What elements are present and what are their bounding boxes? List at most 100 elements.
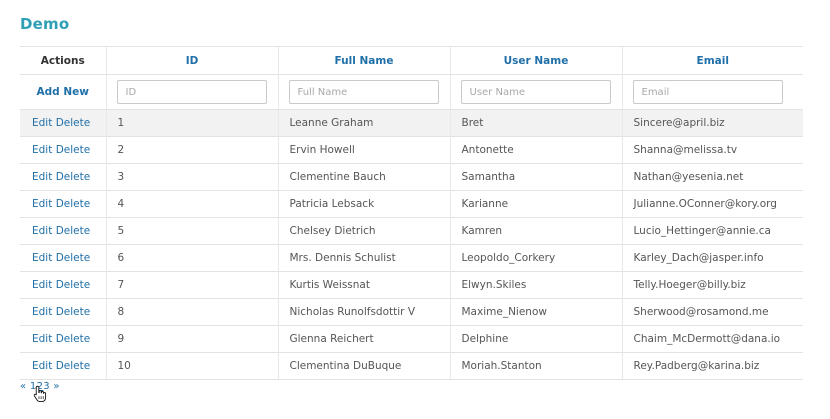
email-cell: Sherwood@rosamond.me [621, 298, 803, 326]
row-actions-cell: Edit Delete [20, 352, 106, 380]
user-name-cell: Bret [449, 109, 622, 137]
table-row: Edit Delete 9 Glenna Reichert Delphine Chaim… [20, 325, 803, 353]
row-actions-cell: Edit Delete [20, 271, 106, 299]
hand-pointer-icon [33, 385, 47, 403]
page-title: Demo [20, 15, 70, 33]
pagination-next[interactable]: » [53, 381, 59, 392]
id-cell: 9 [105, 325, 278, 353]
email-cell: Shanna@melissa.tv [621, 136, 803, 164]
pagination-prev[interactable]: « [20, 381, 26, 392]
user-name-cell: Karianne [449, 190, 622, 218]
email-filter-cell [621, 74, 803, 110]
email-cell: Sincere@april.biz [621, 109, 803, 137]
full-name-cell: Chelsey Dietrich [277, 217, 450, 245]
edit-link[interactable]: Edit [32, 144, 52, 156]
full-name-cell: Kurtis Weissnat [277, 271, 450, 299]
edit-link[interactable]: Edit [32, 225, 52, 237]
edit-link[interactable]: Edit [32, 117, 52, 129]
full-name-cell: Leanne Graham [277, 109, 450, 137]
row-actions-cell: Edit Delete [20, 136, 106, 164]
table-row: Edit Delete 4 Patricia Lebsack Karianne Juli… [20, 190, 803, 218]
delete-link[interactable]: Delete [56, 171, 91, 183]
email-cell: Julianne.OConner@kory.org [621, 190, 803, 218]
column-header-full-name[interactable]: Full Name [277, 46, 450, 75]
delete-link[interactable]: Delete [56, 360, 91, 372]
edit-link[interactable]: Edit [32, 198, 52, 210]
row-actions-cell: Edit Delete [20, 163, 106, 191]
id-filter-cell [105, 74, 278, 110]
full-name-filter-input[interactable] [288, 80, 439, 104]
column-header-email[interactable]: Email [621, 46, 803, 75]
user-name-cell: Moriah.Stanton [449, 352, 622, 380]
delete-link[interactable]: Delete [56, 333, 91, 345]
full-name-cell: Clementine Bauch [277, 163, 450, 191]
email-cell: Nathan@yesenia.net [621, 163, 803, 191]
delete-link[interactable]: Delete [56, 117, 91, 129]
full-name-cell: Clementina DuBuque [277, 352, 450, 380]
user-name-cell: Kamren [449, 217, 622, 245]
table-row: Edit Delete 6 Mrs. Dennis Schulist Leopoldo… [20, 244, 803, 272]
delete-link[interactable]: Delete [56, 306, 91, 318]
table-row: Edit Delete 8 Nicholas Runolfsdottir V Maxi… [20, 298, 803, 326]
id-cell: 2 [105, 136, 278, 164]
full-name-cell: Mrs. Dennis Schulist [277, 244, 450, 272]
delete-link[interactable]: Delete [56, 252, 91, 264]
add-new-cell: Add New [20, 74, 106, 110]
full-name-cell: Ervin Howell [277, 136, 450, 164]
table-row: Edit Delete 5 Chelsey Dietrich Kamren Lucio_… [20, 217, 803, 245]
table-row: Edit Delete 3 Clementine Bauch Samantha Nath… [20, 163, 803, 191]
column-header-id[interactable]: ID [105, 46, 278, 75]
user-name-cell: Antonette [449, 136, 622, 164]
edit-link[interactable]: Edit [32, 306, 52, 318]
row-actions-cell: Edit Delete [20, 217, 106, 245]
email-filter-input[interactable] [632, 80, 783, 104]
user-name-cell: Delphine [449, 325, 622, 353]
row-actions-cell: Edit Delete [20, 325, 106, 353]
edit-link[interactable]: Edit [32, 333, 52, 345]
table-row: Edit Delete 10 Clementina DuBuque Moriah.St… [20, 352, 803, 380]
filter-row: Add New [20, 74, 803, 110]
delete-link[interactable]: Delete [56, 279, 91, 291]
table-row: Edit Delete 1 Leanne Graham Bret Sincere@apr… [20, 109, 803, 137]
email-cell: Lucio_Hettinger@annie.ca [621, 217, 803, 245]
email-cell: Karley_Dach@jasper.info [621, 244, 803, 272]
delete-link[interactable]: Delete [56, 198, 91, 210]
email-cell: Chaim_McDermott@dana.io [621, 325, 803, 353]
table-row: Edit Delete 2 Ervin Howell Antonette Shanna@… [20, 136, 803, 164]
table-body: Edit Delete 1 Leanne Graham Bret Sincere@apr… [20, 109, 803, 380]
header-row: Actions ID Full Name User Name Email [20, 46, 803, 75]
id-filter-input[interactable] [116, 80, 267, 104]
email-cell: Telly.Hoeger@billy.biz [621, 271, 803, 299]
edit-link[interactable]: Edit [32, 360, 52, 372]
edit-link[interactable]: Edit [32, 171, 52, 183]
full-name-cell: Nicholas Runolfsdottir V [277, 298, 450, 326]
id-cell: 7 [105, 271, 278, 299]
delete-link[interactable]: Delete [56, 144, 91, 156]
row-actions-cell: Edit Delete [20, 244, 106, 272]
page: Demo Actions ID Full Name User Name Emai… [0, 0, 830, 419]
full-name-filter-cell [277, 74, 450, 110]
delete-link[interactable]: Delete [56, 225, 91, 237]
add-new-button[interactable]: Add New [20, 86, 106, 98]
id-cell: 8 [105, 298, 278, 326]
id-cell: 6 [105, 244, 278, 272]
user-name-cell: Elwyn.Skiles [449, 271, 622, 299]
full-name-cell: Patricia Lebsack [277, 190, 450, 218]
user-name-cell: Maxime_Nienow [449, 298, 622, 326]
full-name-cell: Glenna Reichert [277, 325, 450, 353]
email-cell: Rey.Padberg@karina.biz [621, 352, 803, 380]
user-name-filter-cell [449, 74, 622, 110]
users-table: Actions ID Full Name User Name Email Add… [20, 46, 803, 380]
column-header-user-name[interactable]: User Name [449, 46, 622, 75]
id-cell: 10 [105, 352, 278, 380]
edit-link[interactable]: Edit [32, 252, 52, 264]
edit-link[interactable]: Edit [32, 279, 52, 291]
id-cell: 1 [105, 109, 278, 137]
column-header-actions: Actions [20, 46, 106, 75]
user-name-filter-input[interactable] [460, 80, 611, 104]
id-cell: 5 [105, 217, 278, 245]
row-actions-cell: Edit Delete [20, 109, 106, 137]
row-actions-cell: Edit Delete [20, 298, 106, 326]
row-actions-cell: Edit Delete [20, 190, 106, 218]
table-row: Edit Delete 7 Kurtis Weissnat Elwyn.Skiles T… [20, 271, 803, 299]
